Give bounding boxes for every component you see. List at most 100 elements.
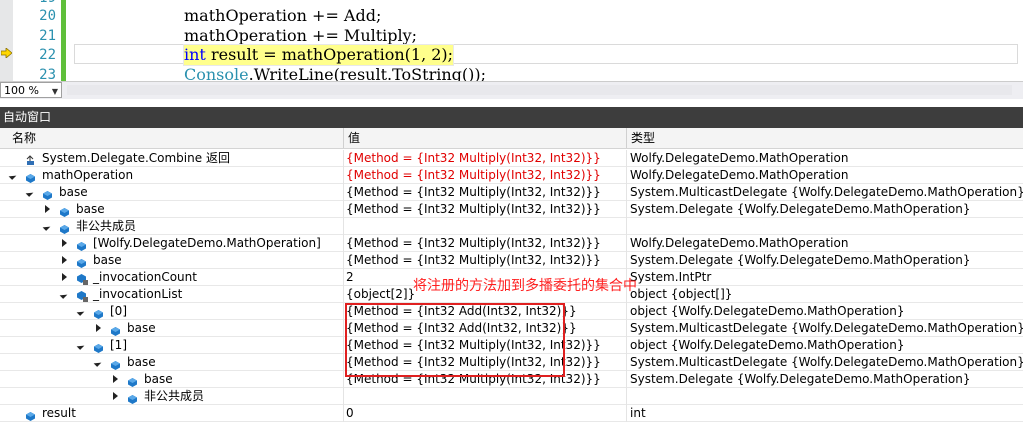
tree-row[interactable]: System.Delegate.Combine 返回 {Method = {Int… bbox=[0, 150, 1023, 167]
code-line[interactable]: 21 mathOperation += Multiply; bbox=[0, 26, 1023, 46]
collapse-arrow-icon[interactable] bbox=[76, 308, 85, 316]
private-field-icon bbox=[77, 290, 88, 302]
row-name-cell: _invocationList bbox=[0, 286, 340, 302]
expand-arrow-icon[interactable] bbox=[62, 273, 67, 281]
tree-row[interactable]: [Wolfy.DelegateDemo.MathOperation] {Metho… bbox=[0, 235, 1023, 252]
row-name: base bbox=[76, 202, 105, 216]
row-name: _invocationCount bbox=[93, 270, 197, 284]
code-line-current[interactable]: 22 int result = mathOperation(1, 2); bbox=[0, 44, 1023, 66]
type-console: Console bbox=[184, 65, 249, 81]
cell-divider bbox=[626, 167, 627, 184]
row-name-cell: base bbox=[0, 201, 340, 217]
column-value-header[interactable]: 值 bbox=[348, 128, 360, 148]
code-line[interactable]: 20 mathOperation += Add; bbox=[0, 6, 1023, 26]
collapse-arrow-icon[interactable] bbox=[42, 223, 51, 231]
tree-row[interactable]: base {Method = {Int32 Multiply(Int32, Int… bbox=[0, 201, 1023, 218]
row-type: object {Wolfy.DelegateDemo.MathOperation… bbox=[630, 338, 905, 352]
row-name-cell: base bbox=[0, 252, 340, 268]
row-name-cell: base bbox=[0, 320, 340, 336]
row-type: System.MulticastDelegate {Wolfy.Delegate… bbox=[630, 355, 1023, 369]
tree-row[interactable]: base {Method = {Int32 Multiply(Int32, Int… bbox=[0, 184, 1023, 201]
cell-divider bbox=[626, 252, 627, 269]
collapse-arrow-icon[interactable] bbox=[93, 359, 102, 367]
collapse-arrow-icon[interactable] bbox=[25, 189, 34, 197]
field-icon bbox=[94, 307, 103, 319]
cell-divider bbox=[626, 184, 627, 201]
row-name-cell: base bbox=[0, 371, 340, 387]
expand-arrow-icon[interactable] bbox=[113, 375, 118, 383]
expand-arrow-icon[interactable] bbox=[62, 239, 67, 247]
expand-arrow-icon[interactable] bbox=[113, 392, 118, 400]
tree-row[interactable]: result 0 int bbox=[0, 405, 1023, 422]
members-icon bbox=[60, 222, 69, 234]
row-name: [0] bbox=[110, 304, 127, 318]
row-name: [Wolfy.DelegateDemo.MathOperation] bbox=[93, 236, 321, 250]
column-divider[interactable] bbox=[343, 128, 344, 148]
collapse-arrow-icon[interactable] bbox=[76, 342, 85, 350]
collapse-arrow-icon[interactable] bbox=[59, 291, 68, 299]
field-icon bbox=[94, 341, 103, 353]
column-divider[interactable] bbox=[626, 128, 627, 148]
code-text[interactable]: Console.WriteLine(result.ToString()); bbox=[184, 65, 486, 81]
row-name: _invocationList bbox=[93, 287, 183, 301]
row-name: base bbox=[93, 253, 122, 267]
cell-divider bbox=[626, 201, 627, 218]
expand-arrow-icon[interactable] bbox=[62, 256, 67, 264]
cell-divider bbox=[626, 235, 627, 252]
cell-divider bbox=[626, 150, 627, 167]
code-text[interactable]: mathOperation += Add; bbox=[184, 6, 381, 26]
cell-divider bbox=[343, 218, 344, 235]
horizontal-scrollbar[interactable] bbox=[67, 85, 1012, 95]
row-type bbox=[630, 218, 1023, 234]
code-text[interactable]: int result = mathOperation(1, 2); bbox=[182, 44, 455, 66]
cell-divider bbox=[343, 286, 344, 303]
panel-title[interactable]: 自动窗口 bbox=[0, 107, 1023, 128]
column-name-header[interactable]: 名称 bbox=[12, 128, 36, 148]
field-icon bbox=[77, 239, 86, 251]
chevron-down-icon: ▼ bbox=[51, 87, 58, 96]
row-value[interactable]: {Method = {Int32 Multiply(Int32, Int32)}… bbox=[346, 167, 624, 183]
expand-arrow-icon[interactable] bbox=[45, 205, 50, 213]
field-icon bbox=[26, 409, 35, 421]
code-text[interactable]: mathOperation += Multiply; bbox=[184, 26, 417, 46]
cell-divider bbox=[343, 405, 344, 422]
return-icon bbox=[26, 154, 35, 165]
row-name-cell: base bbox=[0, 184, 340, 200]
cell-divider bbox=[343, 388, 344, 405]
field-icon bbox=[128, 375, 137, 387]
private-field-icon bbox=[77, 273, 88, 285]
row-value[interactable]: {Method = {Int32 Multiply(Int32, Int32)}… bbox=[346, 150, 624, 166]
row-value[interactable]: {Method = {Int32 Multiply(Int32, Int32)}… bbox=[346, 235, 624, 251]
row-value[interactable] bbox=[346, 388, 624, 404]
zoom-dropdown[interactable]: 100 % ▼ bbox=[0, 82, 62, 98]
row-value[interactable]: {Method = {Int32 Multiply(Int32, Int32)}… bbox=[346, 201, 624, 217]
row-name: base bbox=[144, 372, 173, 386]
row-name: 非公共成员 bbox=[144, 389, 205, 403]
row-name-cell: 非公共成员 bbox=[0, 218, 340, 234]
expand-arrow-icon[interactable] bbox=[96, 324, 101, 332]
row-value[interactable]: 0 bbox=[346, 405, 624, 421]
code-editor[interactable]: 19 20 mathOperation += Add; 21 mathOpera… bbox=[0, 0, 1023, 81]
cell-divider bbox=[626, 354, 627, 371]
row-type: System.IntPtr bbox=[630, 270, 712, 284]
field-icon bbox=[43, 188, 52, 200]
row-name-cell: result bbox=[0, 405, 340, 421]
tree-row[interactable]: mathOperation {Method = {Int32 Multiply(I… bbox=[0, 167, 1023, 184]
row-type: object {Wolfy.DelegateDemo.MathOperation… bbox=[630, 304, 905, 318]
row-value[interactable] bbox=[346, 218, 624, 234]
tree-row[interactable]: 非公共成员 bbox=[0, 388, 1023, 405]
tree-row[interactable]: base {Method = {Int32 Multiply(Int32, Int… bbox=[0, 252, 1023, 269]
row-name: base bbox=[59, 185, 88, 199]
row-name: mathOperation bbox=[42, 168, 134, 182]
row-name-cell: _invocationCount bbox=[0, 269, 340, 285]
code-text-rest: result = mathOperation(1, 2); bbox=[205, 45, 454, 64]
column-type-header[interactable]: 类型 bbox=[631, 128, 655, 148]
tree-row[interactable]: 非公共成员 bbox=[0, 218, 1023, 235]
row-name-cell: System.Delegate.Combine 返回 bbox=[0, 150, 340, 166]
collapse-arrow-icon[interactable] bbox=[8, 172, 17, 180]
field-icon bbox=[111, 324, 120, 336]
row-value[interactable]: {Method = {Int32 Multiply(Int32, Int32)}… bbox=[346, 252, 624, 268]
code-line[interactable]: 23 Console.WriteLine(result.ToString()); bbox=[0, 65, 1023, 81]
row-value[interactable]: {Method = {Int32 Multiply(Int32, Int32)}… bbox=[346, 184, 624, 200]
code-text-rest: .WriteLine(result.ToString()); bbox=[248, 65, 486, 81]
